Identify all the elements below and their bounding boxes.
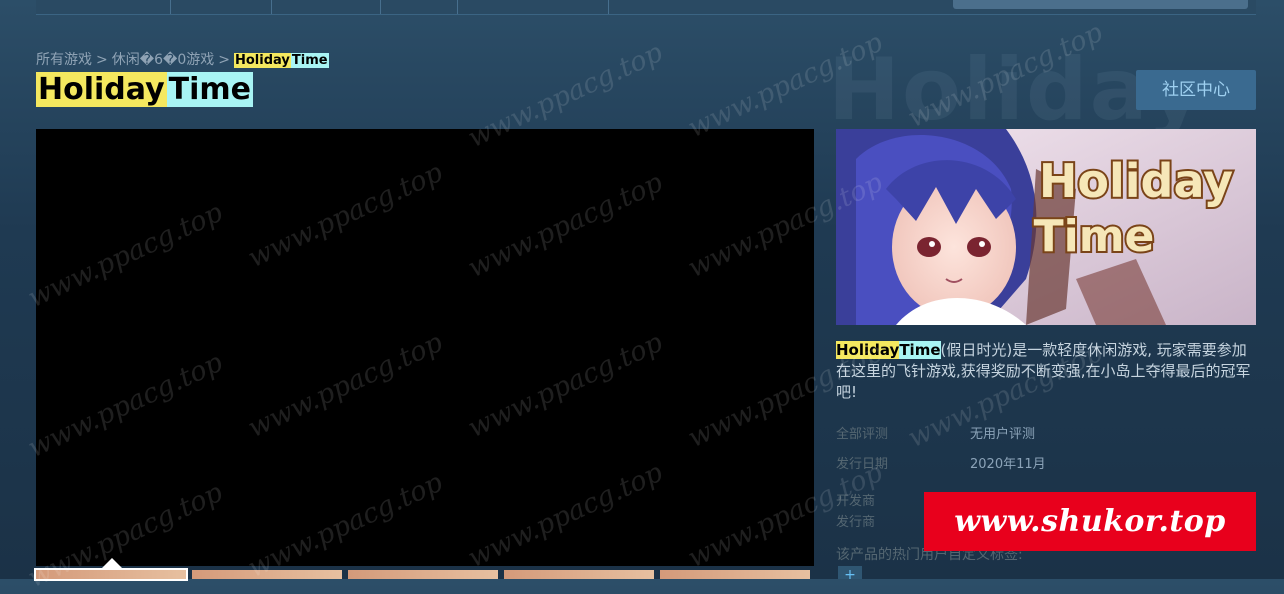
capsule-logo-line1: Holiday: [1039, 154, 1233, 208]
watermark-banner: www.shukor.top: [924, 492, 1256, 551]
desc-name-part1: Holiday: [836, 341, 900, 359]
media-thumbnail-strip: [34, 568, 814, 581]
breadcrumb-separator: >: [96, 52, 108, 68]
store-nav-bar: [36, 0, 1256, 15]
nav-tab[interactable]: [272, 0, 381, 14]
nav-tab[interactable]: [381, 0, 458, 14]
nav-tab[interactable]: [36, 0, 171, 14]
store-search-input[interactable]: [953, 0, 1248, 9]
media-thumbnail[interactable]: [348, 570, 498, 579]
reviews-value: 无用户评测: [970, 427, 1036, 442]
media-thumbnail[interactable]: [34, 568, 188, 581]
nav-tab[interactable]: [458, 0, 609, 14]
release-date-value: 2020年11月: [970, 457, 1046, 472]
breadcrumb-current-part2[interactable]: Time: [290, 53, 329, 68]
title-part2: Time: [166, 72, 253, 107]
capsule-logo-line2: Time: [1034, 211, 1155, 262]
breadcrumb-separator: >: [218, 52, 230, 68]
community-hub-button[interactable]: 社区中心: [1136, 70, 1256, 110]
game-header-image: Holiday Time: [836, 129, 1256, 325]
page-title: Holiday Time: [36, 72, 253, 107]
breadcrumb: 所有游戏 > 休闲�6�0游戏 > Holiday Time: [36, 49, 329, 69]
media-thumbnail[interactable]: [192, 570, 342, 579]
desc-name-part2: Time: [899, 341, 941, 359]
release-date-label: 发行日期: [836, 457, 889, 472]
nav-tab[interactable]: [171, 0, 272, 14]
breadcrumb-casual-games[interactable]: 休闲�6�0游戏: [112, 52, 215, 68]
breadcrumb-current-part1[interactable]: Holiday: [234, 53, 291, 68]
game-description: HolidayTime(假日时光)是一款轻度休闲游戏, 玩家需要参加在这里的飞针…: [836, 340, 1256, 403]
reviews-label: 全部评测: [836, 427, 889, 442]
trailer-video-player[interactable]: [36, 129, 814, 566]
media-thumbnail[interactable]: [504, 570, 654, 579]
add-tag-button[interactable]: +: [838, 566, 862, 583]
media-thumbnail[interactable]: [660, 570, 810, 579]
selected-thumbnail-arrow: [100, 558, 124, 570]
title-part1: Holiday: [36, 72, 167, 107]
breadcrumb-all-games[interactable]: 所有游戏: [36, 52, 92, 68]
